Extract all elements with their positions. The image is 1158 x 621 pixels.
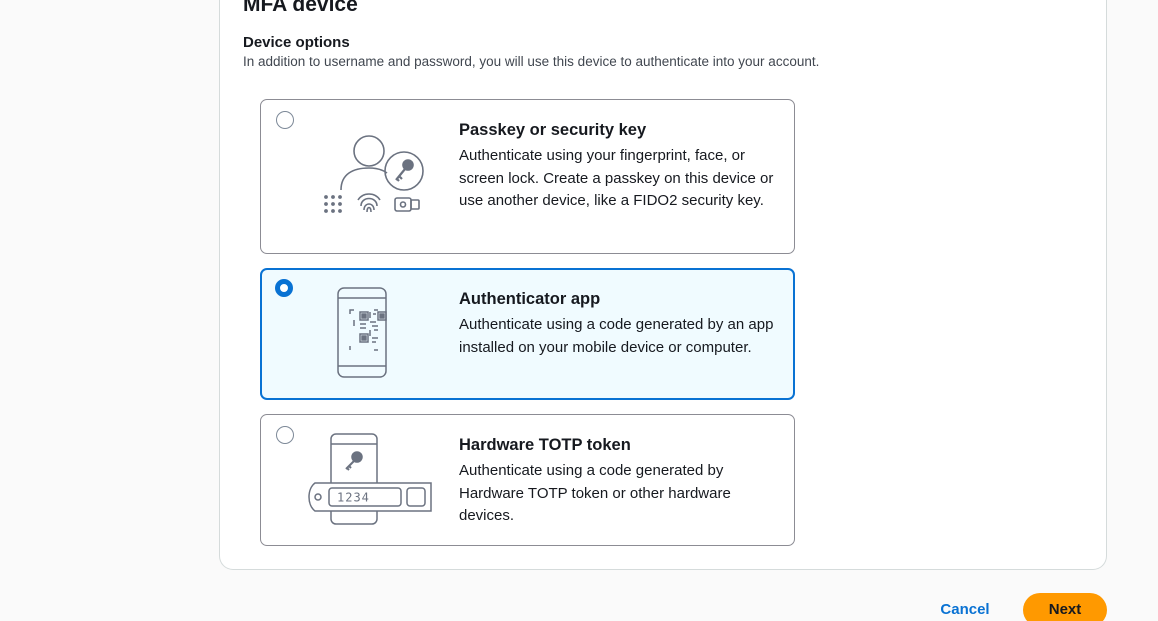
option-authenticator-app-description: Authenticate using a code generated by a… [459,316,774,356]
authenticator-app-illustration-icon [337,287,387,378]
option-passkey-title: Passkey or security key [459,121,647,139]
radio-authenticator-app[interactable] [275,279,293,297]
device-options-description: In addition to username and password, yo… [243,54,820,69]
option-hardware-totp[interactable]: 1234 Hardware TOTP token Authenticate us… [260,414,795,546]
option-authenticator-app-title: Authenticator app [459,290,601,308]
option-passkey[interactable]: Passkey or security key Authenticate usi… [260,99,795,254]
radio-hardware-totp[interactable] [276,426,294,444]
option-hardware-totp-description: Authenticate using a code generated by H… [459,462,731,525]
next-button[interactable]: Next [1023,593,1107,621]
option-authenticator-app[interactable]: Authenticator app Authenticate using a c… [260,268,795,400]
token-display-text: 1234 [337,491,370,505]
passkey-illustration-icon [324,135,424,213]
option-hardware-totp-title: Hardware TOTP token [459,436,631,454]
hardware-token-illustration-icon: 1234 [308,433,432,525]
cancel-button[interactable]: Cancel [928,596,1002,621]
device-options-label: Device options [243,34,350,51]
option-passkey-description: Authenticate using your fingerprint, fac… [459,147,774,210]
radio-passkey[interactable] [276,111,294,129]
panel-title: MFA device [243,0,358,16]
